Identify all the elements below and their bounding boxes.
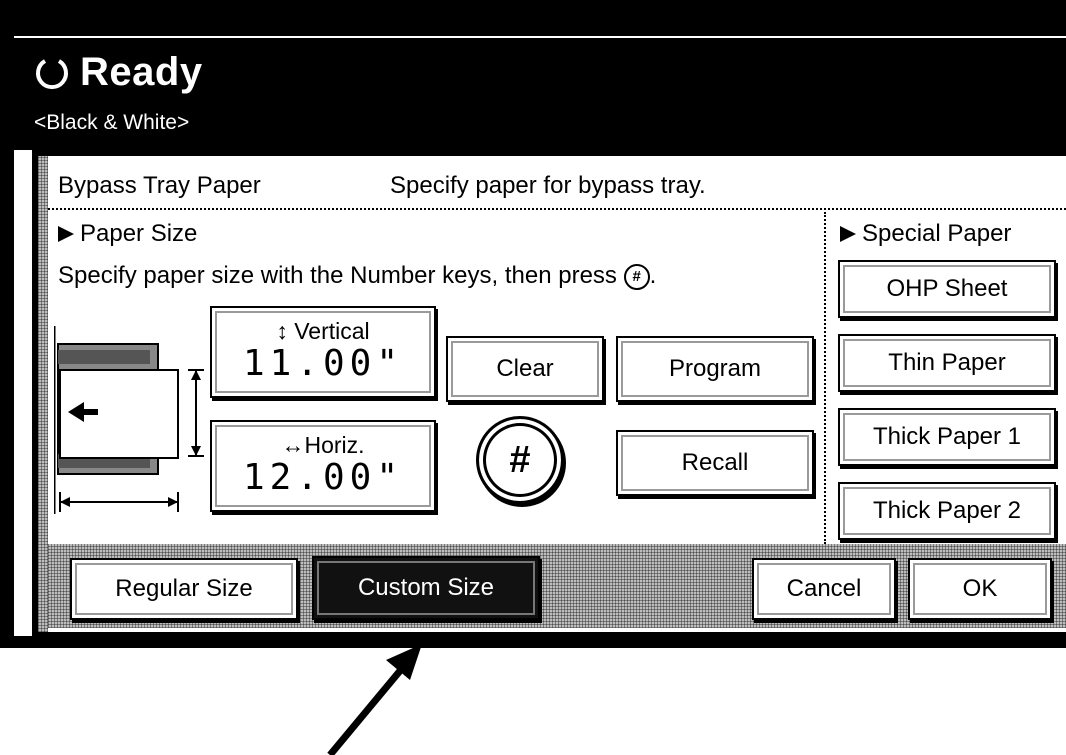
thin-paper-button[interactable]: Thin Paper: [838, 334, 1056, 392]
horizontal-size-field[interactable]: ↔Horiz. 12.00": [210, 420, 436, 512]
instruction-period: .: [649, 262, 657, 289]
thick-paper-2-button[interactable]: Thick Paper 2: [838, 482, 1056, 540]
cancel-button[interactable]: Cancel: [752, 558, 896, 620]
dialog-left-shade: [38, 156, 48, 632]
paper-size-heading-text: Paper Size: [80, 220, 198, 247]
triangle-right-icon: [840, 226, 856, 242]
vertical-size-field[interactable]: ↕ Vertical 11.00": [210, 306, 436, 398]
ohp-sheet-button[interactable]: OHP Sheet: [838, 260, 1056, 318]
status-text: Ready: [80, 50, 203, 94]
horizontal-value: 12.00": [242, 457, 404, 498]
clear-button[interactable]: Clear: [446, 336, 604, 402]
instruction-text: Specify paper size with the Number keys,…: [58, 262, 617, 289]
paper-size-instruction: Specify paper size with the Number keys,…: [58, 262, 656, 290]
hash-key-icon: #: [623, 263, 650, 290]
busy-circle-icon: [36, 59, 68, 90]
hash-key-button[interactable]: #: [476, 416, 564, 504]
dialog-hint: Specify paper for bypass tray.: [390, 172, 706, 199]
regular-size-button[interactable]: Regular Size: [70, 558, 298, 620]
custom-size-button[interactable]: Custom Size: [312, 556, 540, 620]
section-divider: [824, 212, 826, 544]
vertical-label: ↕ Vertical: [276, 318, 370, 344]
dialog-title: Bypass Tray Paper: [58, 172, 261, 199]
vertical-value: 11.00": [242, 343, 404, 384]
left-frame-edge: [0, 36, 14, 648]
special-paper-heading: Special Paper: [840, 220, 1011, 248]
callout-arrow: [327, 644, 422, 755]
ok-button[interactable]: OK: [908, 558, 1052, 620]
recall-button[interactable]: Recall: [616, 430, 814, 496]
top-black-bar: [0, 0, 1066, 36]
triangle-right-icon: [58, 226, 74, 242]
paper-feed-diagram: [54, 326, 204, 514]
color-mode-label: <Black & White>: [34, 111, 190, 134]
paper-size-heading: Paper Size: [58, 220, 197, 248]
horizontal-label: ↔Horiz.: [281, 432, 365, 458]
program-button[interactable]: Program: [616, 336, 814, 402]
thick-paper-1-button[interactable]: Thick Paper 1: [838, 408, 1056, 466]
special-paper-heading-text: Special Paper: [862, 220, 1012, 247]
